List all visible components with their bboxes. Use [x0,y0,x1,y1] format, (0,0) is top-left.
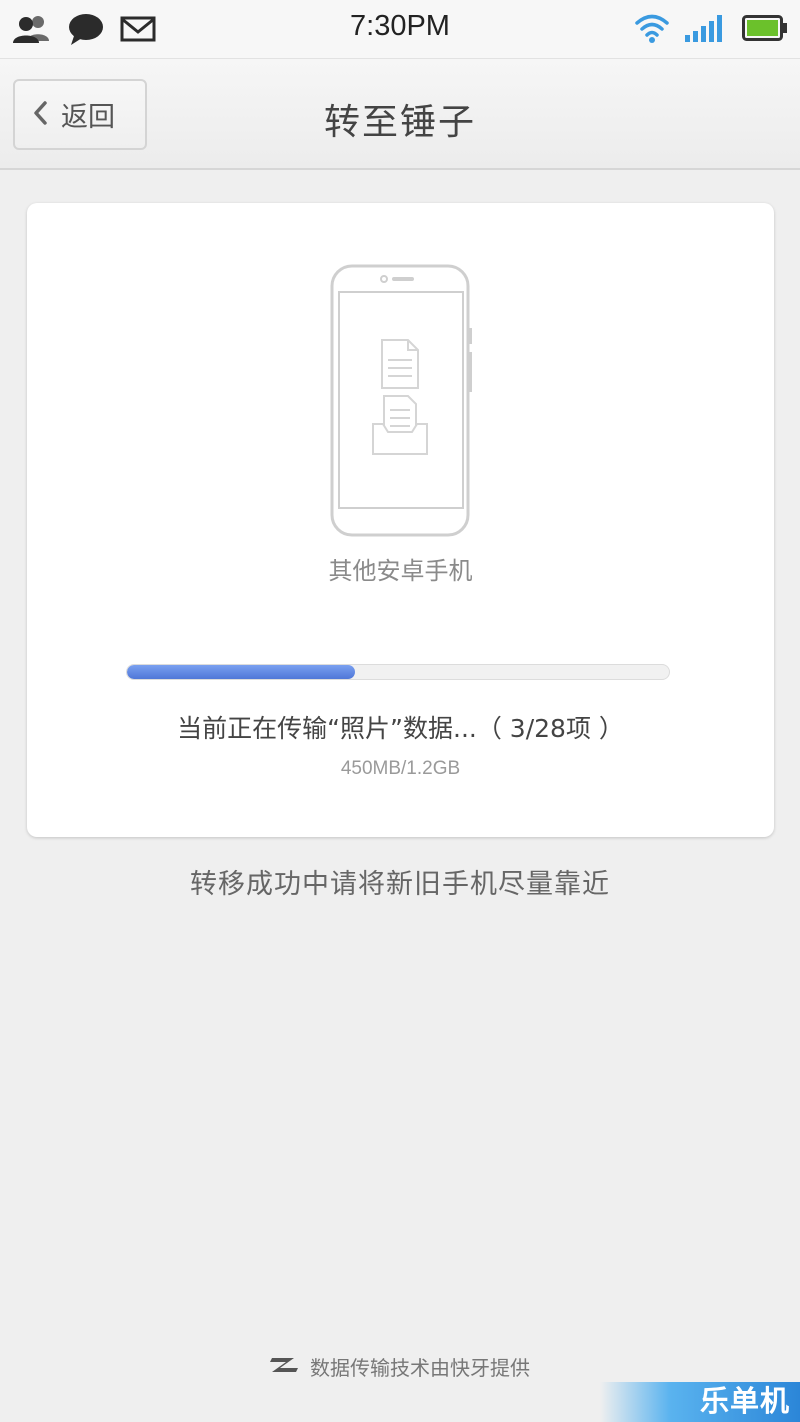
battery-icon [742,13,788,47]
device-label: 其他安卓手机 [328,557,473,585]
footer: 数据传输技术由快牙提供 [0,1352,800,1381]
hint-text: 转移成功中请将新旧手机尽量靠近 [190,869,610,900]
wifi-icon [634,12,670,48]
transfer-progress-bar [126,664,670,680]
watermark-text: 乐单机 [699,1384,790,1418]
transfer-size-text: 450MB/1.2GB [340,758,461,779]
progress-fill [127,665,355,679]
kuaiya-logo-icon [270,1354,300,1380]
page-title: 转至锤子 [323,102,476,143]
transfer-status-text: 当前正在传输“照片”数据...（ 3/28项 ） [177,714,624,743]
phone-illustration-icon [330,264,500,543]
title-bar: 返回 转至锤子 [0,58,800,170]
signal-icon [684,13,728,47]
transfer-card: 其他安卓手机 当前正在传输“照片”数据...（ 3/28项 ） 450MB/1.… [27,203,774,837]
status-right-icons [620,12,788,48]
status-bar: 7:30PM [0,0,800,58]
footer-text: 数据传输技术由快牙提供 [310,1356,530,1380]
watermark-banner: 乐单机 [600,1382,800,1422]
